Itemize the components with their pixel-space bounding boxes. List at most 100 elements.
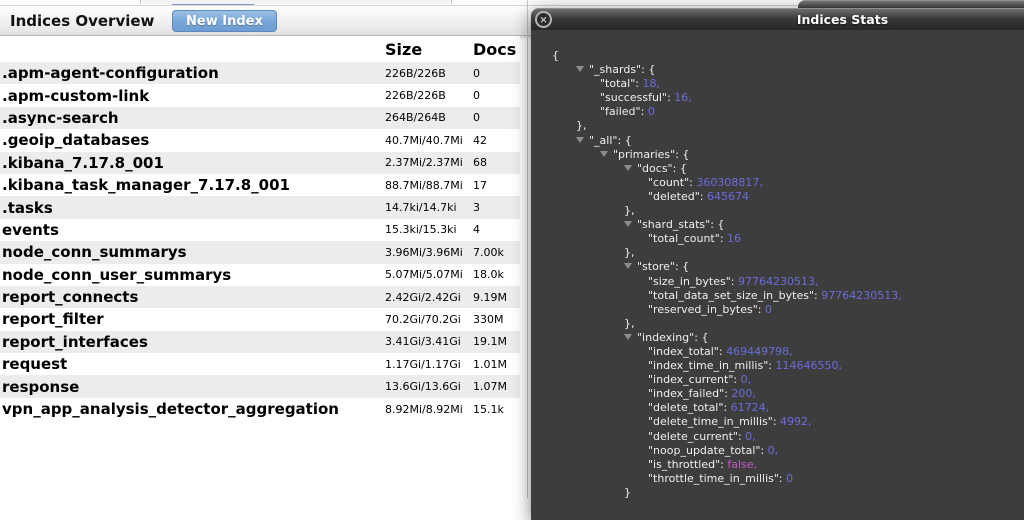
- expander-triangle-icon[interactable]: [576, 63, 589, 77]
- index-docs-cell: 42: [473, 134, 520, 147]
- table-row: vpn_app_analysis_detector_aggregation8.9…: [0, 398, 520, 420]
- json-punctuation: :: [731, 275, 738, 288]
- json-line: "index_failed": 200,: [648, 387, 1024, 401]
- index-size-cell: 5.07Mi/5.07Mi: [385, 268, 473, 281]
- json-key: "store": [637, 260, 675, 273]
- table-row: .geoip_databases40.7Mi/40.7Mi42: [0, 129, 520, 151]
- index-name-cell[interactable]: request: [0, 355, 385, 373]
- index-docs-cell: 4: [473, 223, 520, 236]
- json-line: "count": 360308817,: [648, 176, 1024, 190]
- json-brace: },: [624, 204, 635, 217]
- index-name-cell[interactable]: node_conn_summarys: [0, 243, 385, 261]
- table-row: node_conn_summarys3.96Mi/3.96Mi7.00k: [0, 241, 520, 263]
- json-key: "delete_time_in_millis": [648, 415, 773, 428]
- json-key: "primaries": [613, 148, 675, 161]
- index-name-cell[interactable]: .kibana_task_manager_7.17.8_001: [0, 176, 385, 194]
- new-index-button[interactable]: New Index: [172, 10, 277, 32]
- expander-triangle-icon[interactable]: [600, 148, 613, 162]
- json-key: "index_total": [648, 345, 719, 358]
- index-size-cell: 2.37Mi/2.37Mi: [385, 156, 473, 169]
- index-name-cell[interactable]: .tasks: [0, 199, 385, 217]
- index-name-cell[interactable]: .geoip_databases: [0, 131, 385, 149]
- json-line: "noop_update_total": 0,: [648, 444, 1024, 458]
- window-titlebar[interactable]: ✕ Indices Stats: [531, 8, 1024, 30]
- index-size-cell: 1.17Gi/1.17Gi: [385, 358, 473, 371]
- json-brace: {: [717, 218, 724, 231]
- json-value: 18,: [642, 77, 660, 90]
- table-row: node_conn_user_summarys5.07Mi/5.07Mi18.0…: [0, 264, 520, 286]
- json-punctuation: :: [641, 105, 648, 118]
- index-size-cell: 13.6Gi/13.6Gi: [385, 380, 473, 393]
- json-brace: },: [624, 317, 635, 330]
- table-row: .kibana_task_manager_7.17.8_00188.7Mi/88…: [0, 174, 520, 196]
- json-brace: {: [701, 331, 708, 344]
- index-name-cell[interactable]: .apm-agent-configuration: [0, 64, 385, 82]
- index-docs-cell: 0: [473, 111, 520, 124]
- index-size-cell: 40.7Mi/40.7Mi: [385, 134, 473, 147]
- index-size-cell: 8.92Mi/8.92Mi: [385, 403, 473, 416]
- json-line: "successful": 16,: [600, 91, 1024, 105]
- index-name-cell[interactable]: report_filter: [0, 310, 385, 328]
- index-name-cell[interactable]: response: [0, 378, 385, 396]
- json-key: "deleted": [648, 190, 700, 203]
- json-brace: {: [648, 63, 655, 76]
- expander-triangle-icon[interactable]: [624, 162, 637, 176]
- expander-triangle-icon[interactable]: [624, 218, 637, 232]
- json-line: "throttle_time_in_millis": 0: [648, 472, 1024, 486]
- json-value: 645674: [707, 190, 749, 203]
- table-row: response13.6Gi/13.6Gi1.07M: [0, 375, 520, 397]
- table-row: report_interfaces3.41Gi/3.41Gi19.1M: [0, 331, 520, 353]
- json-value: 4992,: [780, 415, 812, 428]
- json-line: "delete_current": 0,: [648, 430, 1024, 444]
- json-key: "successful": [600, 91, 667, 104]
- index-docs-cell: 9.19M: [473, 291, 520, 304]
- indices-table: .apm-agent-configuration226B/226B0.apm-c…: [0, 62, 520, 420]
- expander-triangle-icon[interactable]: [624, 260, 637, 274]
- index-name-cell[interactable]: events: [0, 221, 385, 239]
- index-name-cell[interactable]: report_connects: [0, 288, 385, 306]
- json-key: "total": [600, 77, 635, 90]
- json-line: },: [624, 246, 1024, 260]
- json-line: "index_total": 469449798,: [648, 345, 1024, 359]
- index-docs-cell: 19.1M: [473, 335, 520, 348]
- json-line: "delete_time_in_millis": 4992,: [648, 415, 1024, 429]
- index-name-cell[interactable]: node_conn_user_summarys: [0, 266, 385, 284]
- json-punctuation: :: [700, 190, 707, 203]
- expander-triangle-icon[interactable]: [576, 134, 589, 148]
- json-line: {: [552, 49, 1024, 63]
- json-line: "deleted": 645674: [648, 190, 1024, 204]
- index-size-cell: 2.42Gi/2.42Gi: [385, 291, 473, 304]
- table-row: report_connects2.42Gi/2.42Gi9.19M: [0, 286, 520, 308]
- json-value: 200,: [731, 387, 756, 400]
- close-icon[interactable]: ✕: [535, 11, 552, 28]
- expander-triangle-icon[interactable]: [624, 331, 637, 345]
- index-name-cell[interactable]: vpn_app_analysis_detector_aggregation: [0, 400, 385, 418]
- table-row: .apm-agent-configuration226B/226B0: [0, 62, 520, 84]
- json-line: "store": {: [624, 260, 1024, 274]
- column-header-size: Size: [385, 40, 422, 59]
- json-brace: {: [625, 134, 632, 147]
- json-line: },: [576, 119, 1024, 133]
- pane-divider: [527, 0, 528, 498]
- index-docs-cell: 7.00k: [473, 246, 520, 259]
- json-key: "throttle_time_in_millis": [648, 472, 779, 485]
- json-punctuation: :: [719, 345, 726, 358]
- index-name-cell[interactable]: .apm-custom-link: [0, 87, 385, 105]
- json-value: 97764230513,: [738, 275, 818, 288]
- json-brace: }: [624, 486, 631, 499]
- json-line: "size_in_bytes": 97764230513,: [648, 275, 1024, 289]
- json-viewer: {"_shards": {"total": 18,"successful": 1…: [531, 30, 1024, 520]
- json-key: "reserved_in_bytes": [648, 303, 758, 316]
- index-name-cell[interactable]: .kibana_7.17.8_001: [0, 154, 385, 172]
- json-key: "_all": [589, 134, 617, 147]
- json-line: "total_data_set_size_in_bytes": 97764230…: [648, 289, 1024, 303]
- json-line: "failed": 0: [600, 105, 1024, 119]
- index-name-cell[interactable]: .async-search: [0, 109, 385, 127]
- table-row: .apm-custom-link226B/226B0: [0, 84, 520, 106]
- json-line: "delete_total": 61724,: [648, 401, 1024, 415]
- json-brace: },: [624, 246, 635, 259]
- json-key: "index_time_in_millis": [648, 359, 768, 372]
- json-value: false,: [727, 458, 757, 471]
- index-name-cell[interactable]: report_interfaces: [0, 333, 385, 351]
- json-value: 0: [648, 105, 655, 118]
